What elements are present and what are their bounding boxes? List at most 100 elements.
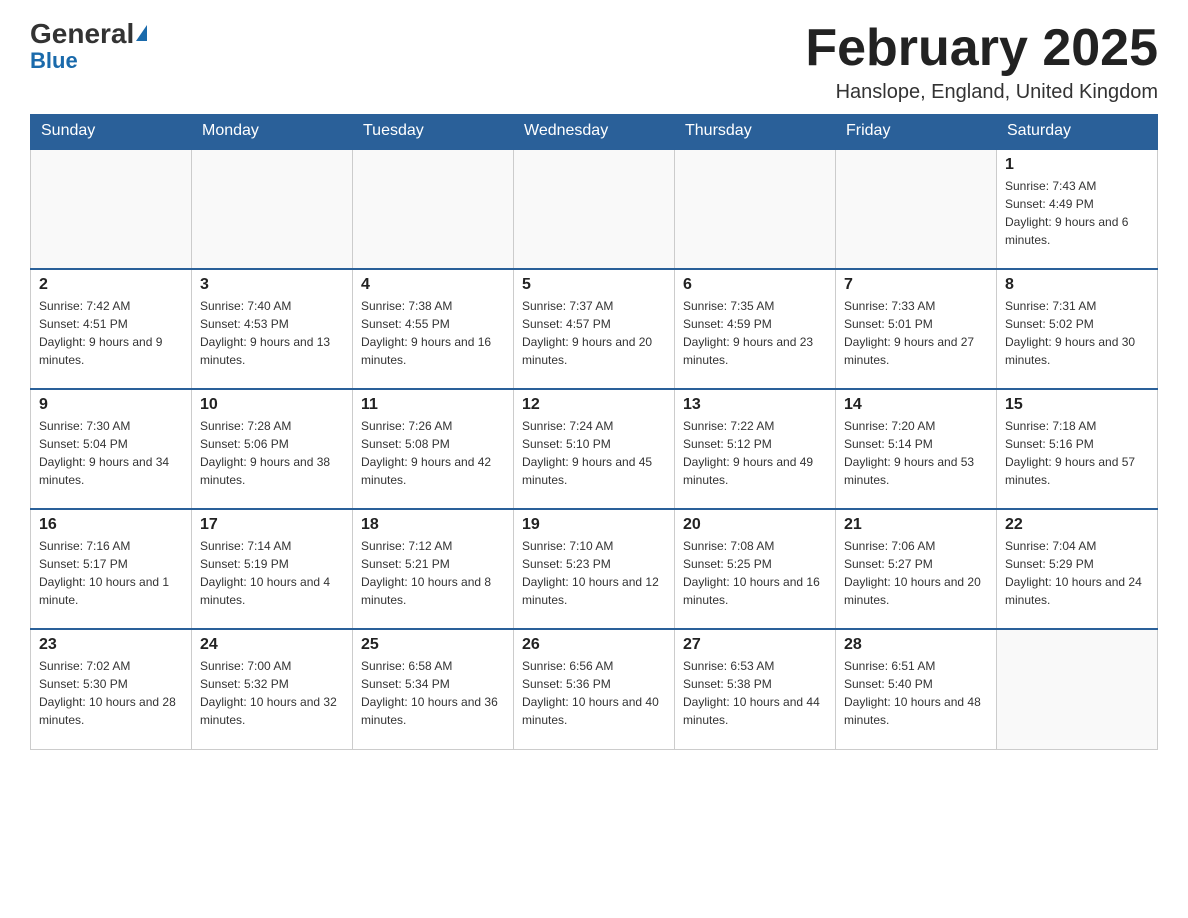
day-number: 22: [1005, 516, 1149, 534]
day-info: Sunrise: 7:37 AMSunset: 4:57 PMDaylight:…: [522, 297, 666, 369]
day-number: 5: [522, 276, 666, 294]
day-number: 1: [1005, 156, 1149, 174]
table-row: 16 Sunrise: 7:16 AMSunset: 5:17 PMDayligh…: [31, 509, 192, 629]
table-row: 23 Sunrise: 7:02 AMSunset: 5:30 PMDayligh…: [31, 629, 192, 749]
calendar-week-row: 16 Sunrise: 7:16 AMSunset: 5:17 PMDayligh…: [31, 509, 1158, 629]
day-info: Sunrise: 7:02 AMSunset: 5:30 PMDaylight:…: [39, 657, 183, 729]
table-row: 1Sunrise: 7:43 AMSunset: 4:49 PMDaylight…: [997, 149, 1158, 269]
table-row: 13 Sunrise: 7:22 AMSunset: 5:12 PMDayligh…: [675, 389, 836, 509]
day-number: 4: [361, 276, 505, 294]
logo-general: General: [30, 20, 134, 48]
table-row: 4 Sunrise: 7:38 AMSunset: 4:55 PMDaylight…: [353, 269, 514, 389]
table-row: 22 Sunrise: 7:04 AMSunset: 5:29 PMDayligh…: [997, 509, 1158, 629]
day-number: 20: [683, 516, 827, 534]
day-number: 17: [200, 516, 344, 534]
day-number: 2: [39, 276, 183, 294]
day-number: 8: [1005, 276, 1149, 294]
col-wednesday: Wednesday: [514, 114, 675, 149]
table-row: 5 Sunrise: 7:37 AMSunset: 4:57 PMDaylight…: [514, 269, 675, 389]
day-info: Sunrise: 7:24 AMSunset: 5:10 PMDaylight:…: [522, 417, 666, 489]
page-header: General Blue February 2025 Hanslope, Eng…: [30, 20, 1158, 104]
table-row: 25 Sunrise: 6:58 AMSunset: 5:34 PMDayligh…: [353, 629, 514, 749]
title-section: February 2025 Hanslope, England, United …: [805, 20, 1158, 104]
table-row: 18Sunrise: 7:12 AMSunset: 5:21 PMDayligh…: [353, 509, 514, 629]
day-info: Sunrise: 7:33 AMSunset: 5:01 PMDaylight:…: [844, 297, 988, 369]
day-number: 10: [200, 396, 344, 414]
col-saturday: Saturday: [997, 114, 1158, 149]
day-info: Sunrise: 7:38 AMSunset: 4:55 PMDaylight:…: [361, 297, 505, 369]
day-number: 21: [844, 516, 988, 534]
table-row: [353, 149, 514, 269]
day-number: 16: [39, 516, 183, 534]
calendar-week-row: 1Sunrise: 7:43 AMSunset: 4:49 PMDaylight…: [31, 149, 1158, 269]
day-info: Sunrise: 7:31 AMSunset: 5:02 PMDaylight:…: [1005, 297, 1149, 369]
table-row: 11 Sunrise: 7:26 AMSunset: 5:08 PMDayligh…: [353, 389, 514, 509]
table-row: 3 Sunrise: 7:40 AMSunset: 4:53 PMDaylight…: [192, 269, 353, 389]
month-title: February 2025: [805, 20, 1158, 77]
day-info: Sunrise: 7:14 AMSunset: 5:19 PMDaylight:…: [200, 537, 344, 609]
day-number: 11: [361, 396, 505, 414]
day-info: Sunrise: 7:04 AMSunset: 5:29 PMDaylight:…: [1005, 537, 1149, 609]
day-number: 26: [522, 636, 666, 654]
day-info: Sunrise: 6:53 AMSunset: 5:38 PMDaylight:…: [683, 657, 827, 729]
logo-triangle-icon: [136, 25, 147, 41]
table-row: 10 Sunrise: 7:28 AMSunset: 5:06 PMDayligh…: [192, 389, 353, 509]
day-info: Sunrise: 7:20 AMSunset: 5:14 PMDaylight:…: [844, 417, 988, 489]
col-monday: Monday: [192, 114, 353, 149]
table-row: 17 Sunrise: 7:14 AMSunset: 5:19 PMDayligh…: [192, 509, 353, 629]
day-info: Sunrise: 7:22 AMSunset: 5:12 PMDaylight:…: [683, 417, 827, 489]
day-number: 3: [200, 276, 344, 294]
location: Hanslope, England, United Kingdom: [805, 81, 1158, 104]
day-number: 23: [39, 636, 183, 654]
col-friday: Friday: [836, 114, 997, 149]
day-number: 25: [361, 636, 505, 654]
day-info: Sunrise: 7:35 AMSunset: 4:59 PMDaylight:…: [683, 297, 827, 369]
table-row: [192, 149, 353, 269]
table-row: [514, 149, 675, 269]
day-number: 12: [522, 396, 666, 414]
table-row: 9Sunrise: 7:30 AMSunset: 5:04 PMDaylight…: [31, 389, 192, 509]
table-row: 20 Sunrise: 7:08 AMSunset: 5:25 PMDayligh…: [675, 509, 836, 629]
table-row: 7 Sunrise: 7:33 AMSunset: 5:01 PMDaylight…: [836, 269, 997, 389]
day-info: Sunrise: 7:00 AMSunset: 5:32 PMDaylight:…: [200, 657, 344, 729]
calendar-week-row: 23 Sunrise: 7:02 AMSunset: 5:30 PMDayligh…: [31, 629, 1158, 749]
table-row: 27 Sunrise: 6:53 AMSunset: 5:38 PMDayligh…: [675, 629, 836, 749]
table-row: 12 Sunrise: 7:24 AMSunset: 5:10 PMDayligh…: [514, 389, 675, 509]
day-number: 13: [683, 396, 827, 414]
day-number: 18: [361, 516, 505, 534]
day-number: 7: [844, 276, 988, 294]
day-number: 9: [39, 396, 183, 414]
calendar-header-row: Sunday Monday Tuesday Wednesday Thursday…: [31, 114, 1158, 149]
day-number: 6: [683, 276, 827, 294]
calendar-table: Sunday Monday Tuesday Wednesday Thursday…: [30, 114, 1158, 750]
day-info: Sunrise: 7:26 AMSunset: 5:08 PMDaylight:…: [361, 417, 505, 489]
table-row: 24Sunrise: 7:00 AMSunset: 5:32 PMDayligh…: [192, 629, 353, 749]
table-row: [836, 149, 997, 269]
day-number: 19: [522, 516, 666, 534]
day-info: Sunrise: 7:28 AMSunset: 5:06 PMDaylight:…: [200, 417, 344, 489]
table-row: 14 Sunrise: 7:20 AMSunset: 5:14 PMDayligh…: [836, 389, 997, 509]
col-thursday: Thursday: [675, 114, 836, 149]
table-row: 15 Sunrise: 7:18 AMSunset: 5:16 PMDayligh…: [997, 389, 1158, 509]
table-row: 19 Sunrise: 7:10 AMSunset: 5:23 PMDayligh…: [514, 509, 675, 629]
day-info: Sunrise: 7:40 AMSunset: 4:53 PMDaylight:…: [200, 297, 344, 369]
day-number: 28: [844, 636, 988, 654]
table-row: 28 Sunrise: 6:51 AMSunset: 5:40 PMDayligh…: [836, 629, 997, 749]
col-tuesday: Tuesday: [353, 114, 514, 149]
col-sunday: Sunday: [31, 114, 192, 149]
day-info: Sunrise: 7:16 AMSunset: 5:17 PMDaylight:…: [39, 537, 183, 609]
calendar-week-row: 2Sunrise: 7:42 AMSunset: 4:51 PMDaylight…: [31, 269, 1158, 389]
day-info: Sunrise: 6:51 AMSunset: 5:40 PMDaylight:…: [844, 657, 988, 729]
day-info: Sunrise: 7:18 AMSunset: 5:16 PMDaylight:…: [1005, 417, 1149, 489]
table-row: 8 Sunrise: 7:31 AMSunset: 5:02 PMDaylight…: [997, 269, 1158, 389]
day-number: 27: [683, 636, 827, 654]
day-number: 14: [844, 396, 988, 414]
day-info: Sunrise: 7:06 AMSunset: 5:27 PMDaylight:…: [844, 537, 988, 609]
day-number: 15: [1005, 396, 1149, 414]
day-info: Sunrise: 7:10 AMSunset: 5:23 PMDaylight:…: [522, 537, 666, 609]
table-row: [31, 149, 192, 269]
day-info: Sunrise: 6:58 AMSunset: 5:34 PMDaylight:…: [361, 657, 505, 729]
table-row: 2Sunrise: 7:42 AMSunset: 4:51 PMDaylight…: [31, 269, 192, 389]
day-info: Sunrise: 7:08 AMSunset: 5:25 PMDaylight:…: [683, 537, 827, 609]
calendar-week-row: 9Sunrise: 7:30 AMSunset: 5:04 PMDaylight…: [31, 389, 1158, 509]
